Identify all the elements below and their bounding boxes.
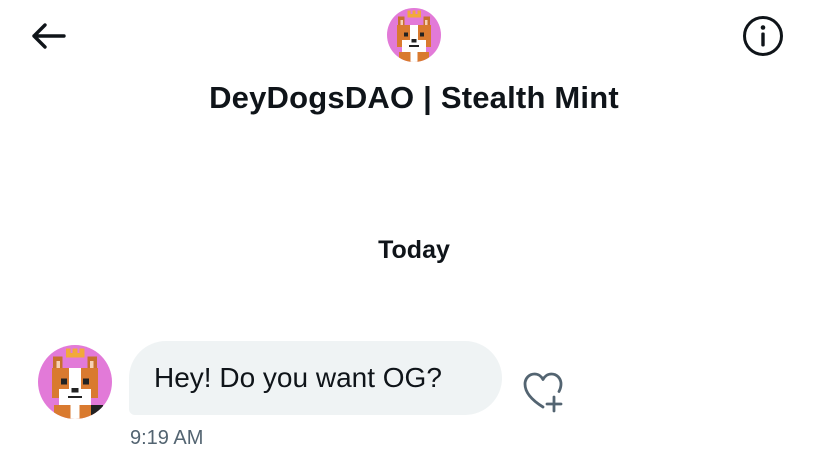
date-separator: Today bbox=[378, 236, 450, 264]
sender-avatar[interactable] bbox=[38, 345, 112, 419]
heart-plus-icon bbox=[523, 372, 563, 413]
header-avatar[interactable] bbox=[387, 8, 441, 62]
dm-conversation-screen: DeyDogsDAO | Stealth Mint Today Hey! Do bbox=[0, 0, 828, 464]
conversation-title: DeyDogsDAO | Stealth Mint bbox=[209, 80, 619, 115]
info-circle-icon bbox=[743, 16, 783, 56]
conversation-info-button[interactable] bbox=[738, 13, 788, 59]
back-button[interactable] bbox=[26, 14, 70, 58]
arrow-left-icon bbox=[32, 23, 66, 49]
message-text: Hey! Do you want OG? bbox=[154, 362, 442, 393]
message-bubble[interactable]: Hey! Do you want OG? bbox=[129, 341, 502, 415]
add-reaction-button[interactable] bbox=[518, 368, 570, 416]
message-timestamp: 9:19 AM bbox=[130, 427, 204, 449]
